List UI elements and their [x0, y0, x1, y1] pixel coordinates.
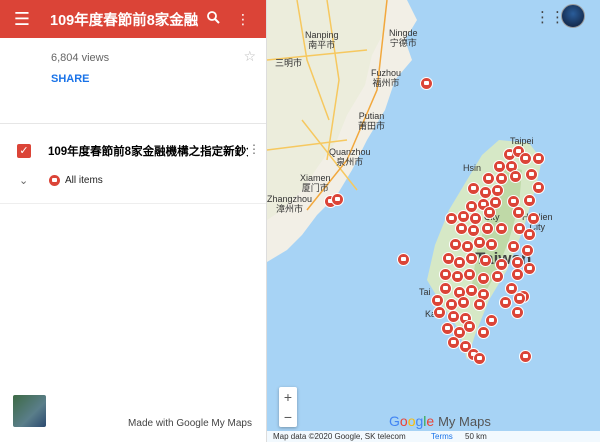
map-pin[interactable]	[331, 193, 344, 206]
satellite-thumbnail[interactable]	[13, 395, 46, 427]
map-pin[interactable]	[397, 253, 410, 266]
zoom-out-button[interactable]: −	[279, 407, 297, 427]
made-with-label: Made with Google My Maps	[128, 418, 252, 429]
map-title: 109年度春節前8家金融機構之指定新鈔兌換地點	[50, 12, 198, 29]
city-xiamen: Xiamen 厦门市	[300, 173, 331, 193]
map-pin[interactable]	[527, 212, 540, 225]
map-pin[interactable]	[451, 270, 464, 283]
map-pin[interactable]	[519, 350, 532, 363]
map-pin[interactable]	[491, 184, 504, 197]
map-pin[interactable]	[433, 306, 446, 319]
map-canvas[interactable]: Nanping 南平市 三明市 Ningde 宁德市 Fuzhou 福州市 Putia…	[267, 0, 600, 442]
city-fuzhou: Fuzhou 福州市	[371, 68, 402, 88]
chevron-down-icon[interactable]: ⌄	[19, 174, 33, 187]
map-pin[interactable]	[477, 326, 490, 339]
map-pin[interactable]	[523, 228, 536, 241]
map-pin[interactable]	[485, 314, 498, 327]
map-pin[interactable]	[483, 206, 496, 219]
map-pin[interactable]	[482, 172, 495, 185]
map-pin[interactable]	[523, 262, 536, 275]
map-pin[interactable]	[447, 310, 460, 323]
attribution-text: Map data ©2020 Google, SK telecom	[273, 432, 406, 441]
city-zhangzhou: Zhangzhou 漳州市	[267, 194, 313, 214]
map-pin[interactable]	[455, 222, 468, 235]
map-pin[interactable]	[532, 181, 545, 194]
map-pin[interactable]	[511, 268, 524, 281]
share-button[interactable]: SHARE	[51, 73, 266, 85]
map-pin[interactable]	[473, 236, 486, 249]
map-header: ☰ 109年度春節前8家金融機構之指定新鈔兌換地點 ⋮	[0, 0, 266, 38]
city-taipei: Taipei	[510, 136, 534, 146]
map-pin[interactable]	[469, 212, 482, 225]
layer-checkbox[interactable]: ✓	[17, 143, 31, 158]
zoom-control: + −	[279, 387, 297, 427]
city-tainan: Tai	[419, 287, 431, 297]
map-pin[interactable]	[439, 282, 452, 295]
map-pin[interactable]	[521, 244, 534, 257]
map-pin[interactable]	[481, 222, 494, 235]
map-pin[interactable]	[523, 194, 536, 207]
map-pin[interactable]	[457, 296, 470, 309]
map-pin[interactable]	[519, 152, 532, 165]
map-pin[interactable]	[499, 296, 512, 309]
layer-name[interactable]: 109年度春節前8家金融機構之指定新鈔兌換地點	[48, 143, 248, 159]
map-pin[interactable]	[477, 272, 490, 285]
mail-pin-icon	[49, 175, 60, 186]
map-pin[interactable]	[495, 222, 508, 235]
layer-panel: ✓ 109年度春節前8家金融機構之指定新鈔兌換地點 ⋮ ⌄ All items	[0, 124, 266, 204]
city-nanping: Nanping 南平市	[305, 30, 339, 50]
city-hsinchu: Hsin	[463, 163, 482, 173]
google-my-maps-logo: Google My Maps	[389, 413, 491, 429]
all-items-label[interactable]: All items	[65, 175, 103, 186]
map-info: 6,804 views SHARE ☆	[0, 38, 266, 124]
map-pin[interactable]	[525, 168, 538, 181]
menu-icon[interactable]: ☰	[8, 9, 36, 30]
terms-link[interactable]: Terms	[431, 432, 453, 441]
map-pin[interactable]	[463, 320, 476, 333]
map-pin[interactable]	[420, 77, 433, 90]
map-pin[interactable]	[513, 292, 526, 305]
map-pin[interactable]	[509, 170, 522, 183]
map-pin[interactable]	[491, 270, 504, 283]
map-footer: Map data ©2020 Google, SK telecom Terms …	[267, 431, 600, 442]
more-vert-icon[interactable]: ⋮	[228, 11, 258, 28]
city-putian: Putian 莆田市	[358, 111, 386, 131]
avatar[interactable]	[561, 4, 585, 28]
map-pin[interactable]	[449, 238, 462, 251]
map-pin[interactable]	[445, 298, 458, 311]
map-pin[interactable]	[507, 240, 520, 253]
layer-options-icon[interactable]: ⋮	[248, 142, 260, 156]
map-pin[interactable]	[485, 238, 498, 251]
star-icon[interactable]: ☆	[243, 48, 256, 65]
map-pin[interactable]	[457, 210, 470, 223]
map-pin[interactable]	[465, 252, 478, 265]
map-pin[interactable]	[431, 294, 444, 307]
city-ningde: Ningde 宁德市	[389, 28, 418, 48]
map-pin[interactable]	[532, 152, 545, 165]
map-pin[interactable]	[511, 306, 524, 319]
city-quanzhou: Quanzhou 泉州市	[329, 147, 371, 167]
search-icon[interactable]	[198, 11, 228, 27]
map-pin[interactable]	[473, 298, 486, 311]
city-sanming: 三明市	[275, 58, 303, 68]
scale-label: 50 km	[465, 432, 487, 441]
map-pin[interactable]	[473, 352, 486, 365]
map-pin[interactable]	[512, 206, 525, 219]
views-count: 6,804 views	[51, 52, 110, 64]
sidebar: ☰ 109年度春節前8家金融機構之指定新鈔兌換地點 ⋮ 6,804 views …	[0, 0, 267, 442]
map-pin[interactable]	[463, 268, 476, 281]
map-pin[interactable]	[479, 254, 492, 267]
zoom-in-button[interactable]: +	[279, 387, 297, 407]
map-pin[interactable]	[439, 268, 452, 281]
